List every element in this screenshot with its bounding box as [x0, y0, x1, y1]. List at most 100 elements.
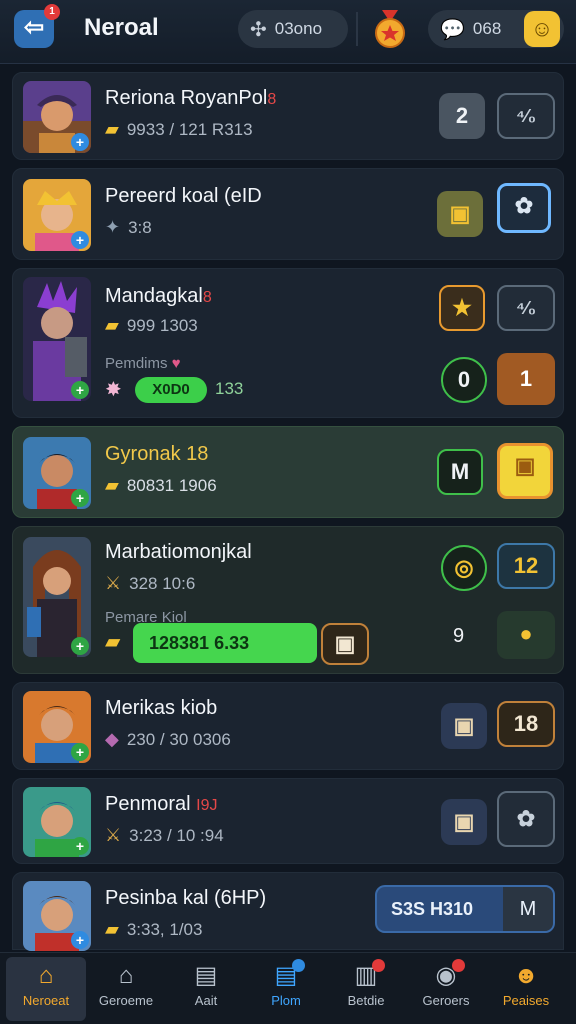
player-name: Reriona RoyanPol8 — [105, 87, 277, 109]
chat-bubble-icon: 💬 — [440, 18, 465, 41]
add-icon[interactable]: + — [71, 837, 89, 855]
sparkle-icon: ✸ — [105, 379, 122, 401]
box-button[interactable]: ▣ — [441, 799, 487, 845]
value-pill-label: S3S H310 — [391, 899, 474, 919]
box-icon: ▣ — [453, 809, 475, 834]
avatar: + — [23, 179, 91, 251]
value-pill[interactable]: S3S H310 M — [375, 885, 555, 933]
ratio-button[interactable]: ⁴⁄₀ — [497, 285, 555, 331]
player-stat: ✦ 3:8 — [105, 217, 152, 237]
smiley-icon[interactable]: ☺ — [524, 11, 560, 47]
list-item[interactable]: + Marbatiomonjkal ⚔ 328 10:6 Pemare Kiol … — [12, 526, 564, 674]
player-name: Merikas kiob — [105, 697, 218, 719]
gold-bar-icon: ▰ — [105, 919, 119, 939]
avatar: + — [23, 437, 91, 509]
nav-geroers[interactable]: ◉ Geroers — [406, 959, 486, 1008]
medal-icon[interactable] — [370, 8, 410, 50]
swords-icon: ⚔ — [105, 573, 122, 593]
count-button[interactable]: 2 — [439, 93, 485, 139]
notification-dot — [292, 959, 305, 972]
chest-button[interactable]: ▣ — [437, 191, 483, 237]
add-icon[interactable]: + — [71, 931, 89, 949]
bank-icon: ⌂ — [118, 962, 134, 989]
gift-button[interactable]: ✿ — [497, 183, 551, 233]
add-icon[interactable]: + — [71, 231, 89, 249]
bottom-nav: ⌂ Neroeat ⌂ Geroeme ▤ Aait ▤ Plom ▥ Betd… — [0, 952, 576, 1024]
nav-plom[interactable]: ▤ Plom — [246, 959, 326, 1008]
star-badge-icon: ✦ — [105, 217, 121, 237]
list-item[interactable]: + Gyronak 18 ▰ 80831 1906 M ▣ — [12, 426, 564, 518]
count-button[interactable]: 18 — [497, 701, 555, 747]
currency-pill-a[interactable]: ✣ 03ono — [238, 10, 348, 48]
coin-button[interactable]: ● — [497, 611, 555, 659]
back-arrow-icon: ⇦ — [23, 14, 45, 41]
star-button[interactable]: ★ — [439, 285, 485, 331]
player-name: Pesinba kal (6HP) — [105, 887, 267, 909]
chat-icon: ◉ — [429, 959, 465, 991]
list-item[interactable]: + Mandagkal8 ▰ 999 1303 Pemdims ♥ ✸ X0D0 … — [12, 268, 564, 418]
gift-icon: ✿ — [514, 193, 534, 218]
gem-icon: ◆ — [105, 729, 119, 749]
add-icon[interactable]: + — [71, 637, 89, 655]
list-item[interactable]: + Pesinba kal (6HP) ▰ 3:33, 1/03 S3S H310… — [12, 872, 564, 951]
player-name: Penmoral I9J — [105, 793, 218, 815]
target-icon: ◎ — [454, 555, 474, 580]
chest-icon: ▣ — [514, 453, 536, 478]
list-item[interactable]: + Reriona RoyanPol8 ▰ 9933 / 121 R313 2 ⁴… — [12, 72, 564, 160]
nav-audit[interactable]: ▤ Aait — [166, 961, 246, 1008]
side-number: 9 — [453, 625, 465, 647]
mode-button[interactable]: M — [503, 887, 553, 931]
avatar: + — [23, 881, 91, 951]
player-subtitle: Pemdims ♥ — [105, 355, 181, 372]
chest-button[interactable]: ▣ — [497, 443, 553, 499]
notification-dot — [372, 959, 385, 972]
chest-button[interactable]: ▣ — [321, 623, 369, 665]
currency-pill-b[interactable]: 💬 068 ☺ — [428, 10, 564, 48]
box-icon: ▣ — [453, 713, 475, 738]
target-button[interactable]: ◎ — [441, 545, 487, 591]
gold-bar-icon: ▰ — [105, 475, 119, 495]
add-icon[interactable]: + — [71, 743, 89, 761]
currency-b-value: 068 — [472, 19, 502, 38]
ratio-button[interactable]: ⁴⁄₀ — [497, 93, 555, 139]
list-item[interactable]: + Pereerd koal (eID ✦ 3:8 ▣ ✿ — [12, 168, 564, 260]
nav-game[interactable]: ⌂ Geroeme — [86, 961, 166, 1008]
clipboard-icon: ▥ — [349, 959, 385, 991]
swords-icon: ⚔ — [105, 825, 122, 845]
nav-profile[interactable]: ☻ Peaises — [486, 961, 566, 1008]
add-icon[interactable]: + — [71, 489, 89, 507]
chest-icon: ▣ — [449, 201, 471, 226]
box-button[interactable]: ▣ — [441, 703, 487, 749]
mode-button[interactable]: M — [437, 449, 483, 495]
back-button[interactable]: ⇦ 1 — [14, 4, 60, 48]
nav-home[interactable]: ⌂ Neroeat — [6, 957, 86, 1021]
add-icon[interactable]: + — [71, 381, 89, 399]
add-icon[interactable]: + — [71, 133, 89, 151]
star-icon: ★ — [452, 295, 472, 320]
player-name: Gyronak 18 — [105, 443, 209, 465]
zero-button[interactable]: 0 — [441, 357, 487, 403]
chest-icon: ▣ — [334, 631, 356, 656]
currency-a-value: 03ono — [274, 19, 323, 38]
list-item[interactable]: + Penmoral I9J ⚔ 3:23 / 10 :94 ▣ ✿ — [12, 778, 564, 864]
gold-bar-icon: ▰ — [105, 315, 119, 335]
count-button[interactable]: 1 — [497, 353, 555, 405]
player-name: Pereerd koal (eID — [105, 185, 262, 207]
page-title: Neroal — [84, 14, 159, 41]
user-icon: ☻ — [513, 962, 539, 989]
player-stat: ▰ 3:33, 1/03 — [105, 919, 203, 939]
heart-icon: ♥ — [171, 355, 181, 372]
status-value: 133 — [215, 379, 244, 398]
list-item[interactable]: + Merikas kiob ◆ 230 / 30 0306 ▣ 18 — [12, 682, 564, 770]
progress-bar: 128381 6.33 — [133, 623, 317, 663]
notification-badge: 1 — [44, 4, 60, 20]
count-button[interactable]: 12 — [497, 543, 555, 589]
nav-betdie[interactable]: ▥ Betdie — [326, 959, 406, 1008]
notification-dot — [452, 959, 465, 972]
gamepad-icon: ✣ — [250, 18, 267, 41]
header-divider — [356, 12, 358, 46]
gold-bar-icon: ▰ — [105, 119, 119, 139]
gift-button[interactable]: ✿ — [497, 791, 555, 847]
home-icon: ⌂ — [38, 962, 54, 989]
document-icon: ▤ — [269, 959, 305, 991]
